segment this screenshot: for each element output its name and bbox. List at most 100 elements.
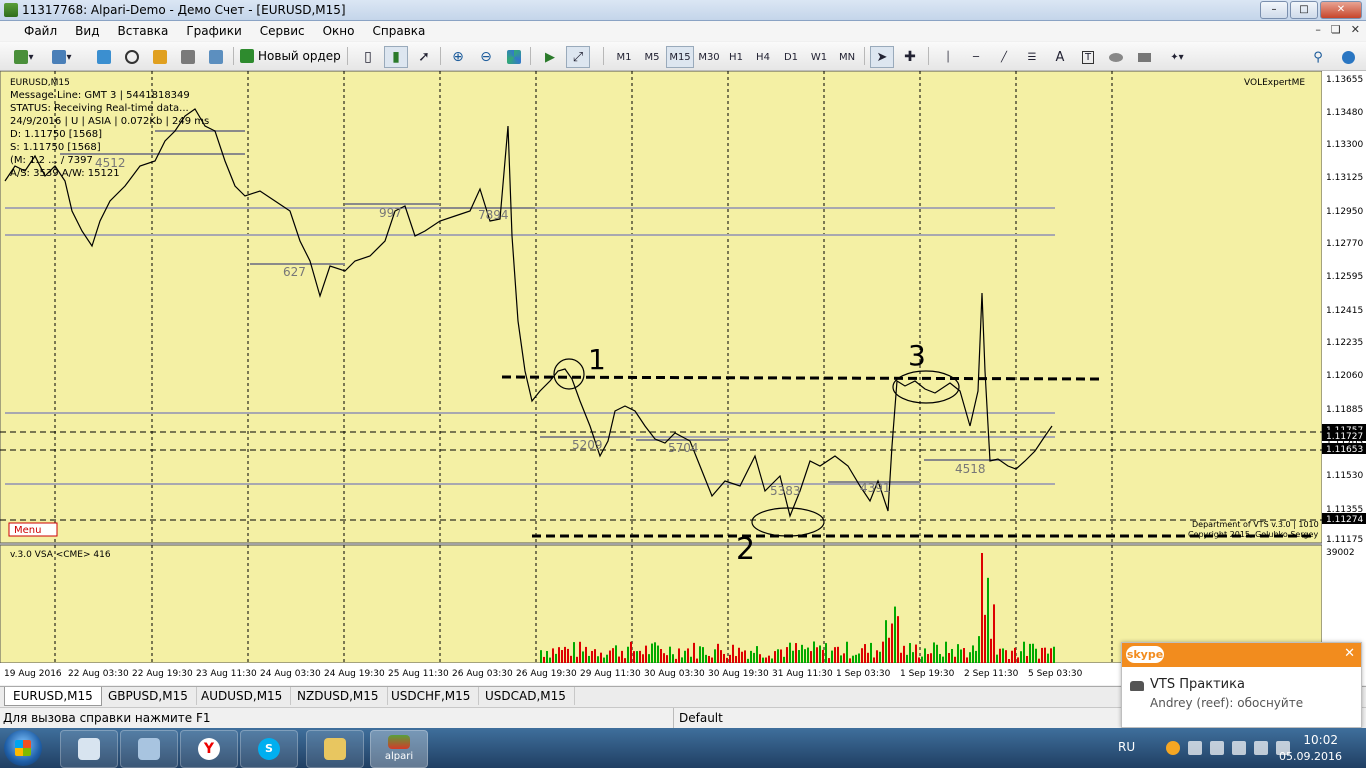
- tab-nzdusd[interactable]: NZDUSD,M15: [289, 687, 388, 705]
- volume-bar: [912, 652, 914, 663]
- volume-bar: [1017, 657, 1019, 663]
- volume-bar: [882, 641, 884, 663]
- zoom-out-button[interactable]: ⊖: [474, 46, 498, 68]
- main-chart-bg: [0, 70, 1323, 544]
- status-profile: Default: [673, 708, 723, 728]
- volume-bar: [996, 654, 998, 663]
- trendline-button[interactable]: ╱: [992, 46, 1016, 68]
- clock-date[interactable]: 05.09.2016: [1279, 750, 1342, 763]
- chart-shift-button[interactable]: ⤢: [566, 46, 590, 68]
- network-tray-icon[interactable]: [1254, 741, 1268, 755]
- volume-bar: [819, 645, 821, 663]
- taskbar-yandex[interactable]: Y: [180, 730, 238, 768]
- taskbar-calculator[interactable]: [60, 730, 118, 768]
- navigator-button[interactable]: [148, 46, 172, 68]
- candle-chart-button[interactable]: ▮: [384, 46, 408, 68]
- skype-notification[interactable]: skype ✕ VTS Практика Andrey (reef): обос…: [1121, 642, 1362, 728]
- community-button[interactable]: [1336, 46, 1360, 68]
- volume-bar: [942, 656, 944, 663]
- rectangle-tool-button[interactable]: [1132, 46, 1156, 68]
- time-axis-label: 23 Aug 11:30: [196, 669, 257, 679]
- volume-bar: [960, 649, 962, 663]
- timeframe-m1[interactable]: M1: [611, 46, 637, 68]
- timeframe-d1[interactable]: D1: [779, 46, 803, 68]
- timeframe-m5[interactable]: M5: [639, 46, 665, 68]
- market-watch-button[interactable]: [92, 46, 116, 68]
- tab-gbpusd[interactable]: GBPUSD,M15: [100, 687, 197, 705]
- volume-bar: [546, 651, 548, 663]
- mdi-minimize-icon[interactable]: –: [1315, 23, 1321, 36]
- channel-button[interactable]: ☰: [1020, 46, 1044, 68]
- tab-usdchf[interactable]: USDCHF,M15: [383, 687, 480, 705]
- timeframe-m15[interactable]: M15: [666, 46, 694, 68]
- yandex-browser-icon: Y: [198, 738, 220, 760]
- arrows-tool-button[interactable]: ✦▾: [1162, 46, 1192, 68]
- maximize-button[interactable]: □: [1290, 1, 1318, 19]
- close-icon[interactable]: ✕: [1344, 646, 1355, 661]
- tab-eurusd[interactable]: EURUSD,M15: [4, 687, 102, 706]
- taskbar-alpari[interactable]: alpari: [370, 730, 428, 768]
- crosshair-tool-button[interactable]: ✚: [898, 46, 922, 68]
- text-tool-button[interactable]: A: [1048, 46, 1072, 68]
- taskbar-network[interactable]: [120, 730, 178, 768]
- ellipse-tool-button[interactable]: [1104, 46, 1128, 68]
- volume-bar: [1020, 651, 1022, 663]
- timeframe-m30[interactable]: M30: [695, 46, 723, 68]
- strategy-tester-button[interactable]: [204, 46, 228, 68]
- taskbar-explorer[interactable]: [306, 730, 364, 768]
- vertical-line-button[interactable]: │: [936, 46, 960, 68]
- timeframe-mn[interactable]: MN: [834, 46, 860, 68]
- menu-insert[interactable]: Вставка: [108, 24, 177, 38]
- volume-bar: [876, 650, 878, 663]
- toolbar: ▾ ▾ ▯ ▮ ➚ ⊕ ⊖ ▶ ⤢ M1 M5 M15 M30 H1 H4 D1…: [0, 42, 1366, 71]
- flag-icon[interactable]: [1210, 741, 1224, 755]
- zoom-in-button[interactable]: ⊕: [446, 46, 470, 68]
- timeframe-h4[interactable]: H4: [751, 46, 775, 68]
- level-number: 4391: [860, 481, 891, 495]
- label-tool-button[interactable]: T: [1076, 46, 1100, 68]
- autoscroll-button[interactable]: ▶: [538, 46, 562, 68]
- chart-window[interactable]: 1 2 3 1.13655 1.13480 1.13300 1.13125 1.12950 1…: [0, 70, 1366, 685]
- tile-windows-button[interactable]: [502, 46, 526, 68]
- volume-bar: [756, 646, 758, 663]
- horizontal-line-button[interactable]: ─: [964, 46, 988, 68]
- mdi-close-icon[interactable]: ✕: [1351, 23, 1360, 36]
- clock-time[interactable]: 10:02: [1303, 733, 1338, 747]
- terminal-button[interactable]: [176, 46, 200, 68]
- close-button[interactable]: ✕: [1320, 1, 1362, 19]
- volume-bar: [831, 650, 833, 663]
- tab-audusd[interactable]: AUDUSD,M15: [193, 687, 292, 705]
- battery-icon[interactable]: [1232, 741, 1246, 755]
- language-indicator[interactable]: RU: [1118, 740, 1135, 754]
- minimize-button[interactable]: –: [1260, 1, 1288, 19]
- volume-bar: [591, 650, 593, 663]
- volume-bar: [1002, 648, 1004, 663]
- new-chart-button[interactable]: ▾: [8, 46, 40, 68]
- data-window-button[interactable]: [120, 46, 144, 68]
- show-hidden-icon[interactable]: [1188, 741, 1202, 755]
- tab-usdcad[interactable]: USDCAD,M15: [477, 687, 575, 705]
- timeframe-h1[interactable]: H1: [724, 46, 748, 68]
- menu-tools[interactable]: Сервис: [251, 24, 314, 38]
- timeframe-w1[interactable]: W1: [807, 46, 831, 68]
- search-button[interactable]: ⚲: [1306, 46, 1330, 68]
- start-button[interactable]: [4, 730, 42, 766]
- line-chart-button[interactable]: ➚: [412, 46, 436, 68]
- menu-file[interactable]: Файл: [0, 24, 66, 38]
- taskbar-skype[interactable]: S: [240, 730, 298, 768]
- new-order-button[interactable]: Новый ордер: [240, 45, 341, 67]
- bar-chart-button[interactable]: ▯: [356, 46, 380, 68]
- menu-view[interactable]: Вид: [66, 24, 108, 38]
- menu-window[interactable]: Окно: [314, 24, 364, 38]
- chart-canvas[interactable]: 1 2 3 1.13655 1.13480 1.13300 1.13125 1.12950 1…: [0, 70, 1366, 685]
- volume-bar: [747, 658, 749, 663]
- menu-help[interactable]: Справка: [364, 24, 435, 38]
- volume-bar: [855, 654, 857, 663]
- volume-bar: [618, 656, 620, 663]
- menu-button[interactable]: Menu: [14, 525, 41, 536]
- mdi-restore-icon[interactable]: ❏: [1331, 23, 1341, 36]
- tray-app-icon[interactable]: [1166, 741, 1180, 755]
- profiles-button[interactable]: ▾: [46, 46, 78, 68]
- menu-charts[interactable]: Графики: [177, 24, 250, 38]
- cursor-tool-button[interactable]: ➤: [870, 46, 894, 68]
